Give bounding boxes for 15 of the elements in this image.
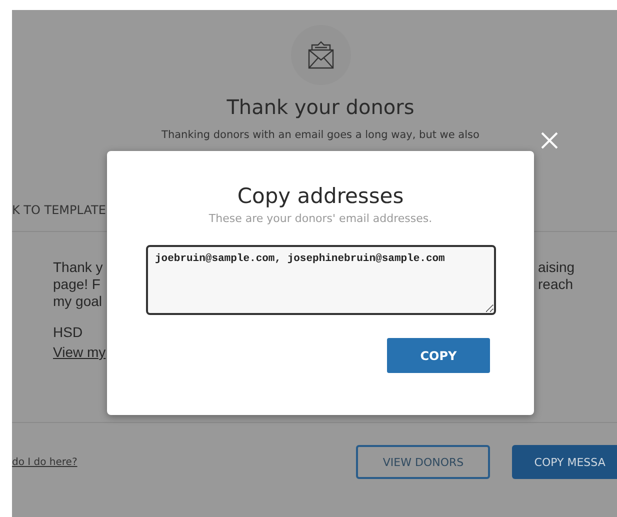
dialog-title: Copy addresses	[237, 184, 404, 208]
message-text: Thank y page! F my goal	[53, 259, 103, 310]
page-description: Thanking donors with an email goes a long way, but we also	[162, 129, 480, 141]
addresses-field[interactable]: joebruin@sample.com, josephinebruin@sample.com	[146, 245, 496, 315]
copy-button[interactable]: COPY	[387, 338, 490, 373]
signature-text: HSD	[53, 324, 83, 340]
help-link[interactable]: do I do here?	[12, 456, 78, 468]
message-text-end: aising reach	[538, 259, 575, 294]
dialog-subtitle: These are your donors' email addresses.	[208, 212, 432, 225]
close-icon[interactable]	[541, 132, 558, 149]
back-to-templates-link[interactable]: K TO TEMPLATE	[12, 203, 106, 217]
page-title: Thank your donors	[226, 95, 414, 119]
copy-message-button[interactable]: COPY MESSA	[512, 445, 617, 479]
view-donors-button[interactable]: VIEW DONORS	[356, 445, 490, 479]
view-page-link[interactable]: View my	[53, 344, 106, 360]
